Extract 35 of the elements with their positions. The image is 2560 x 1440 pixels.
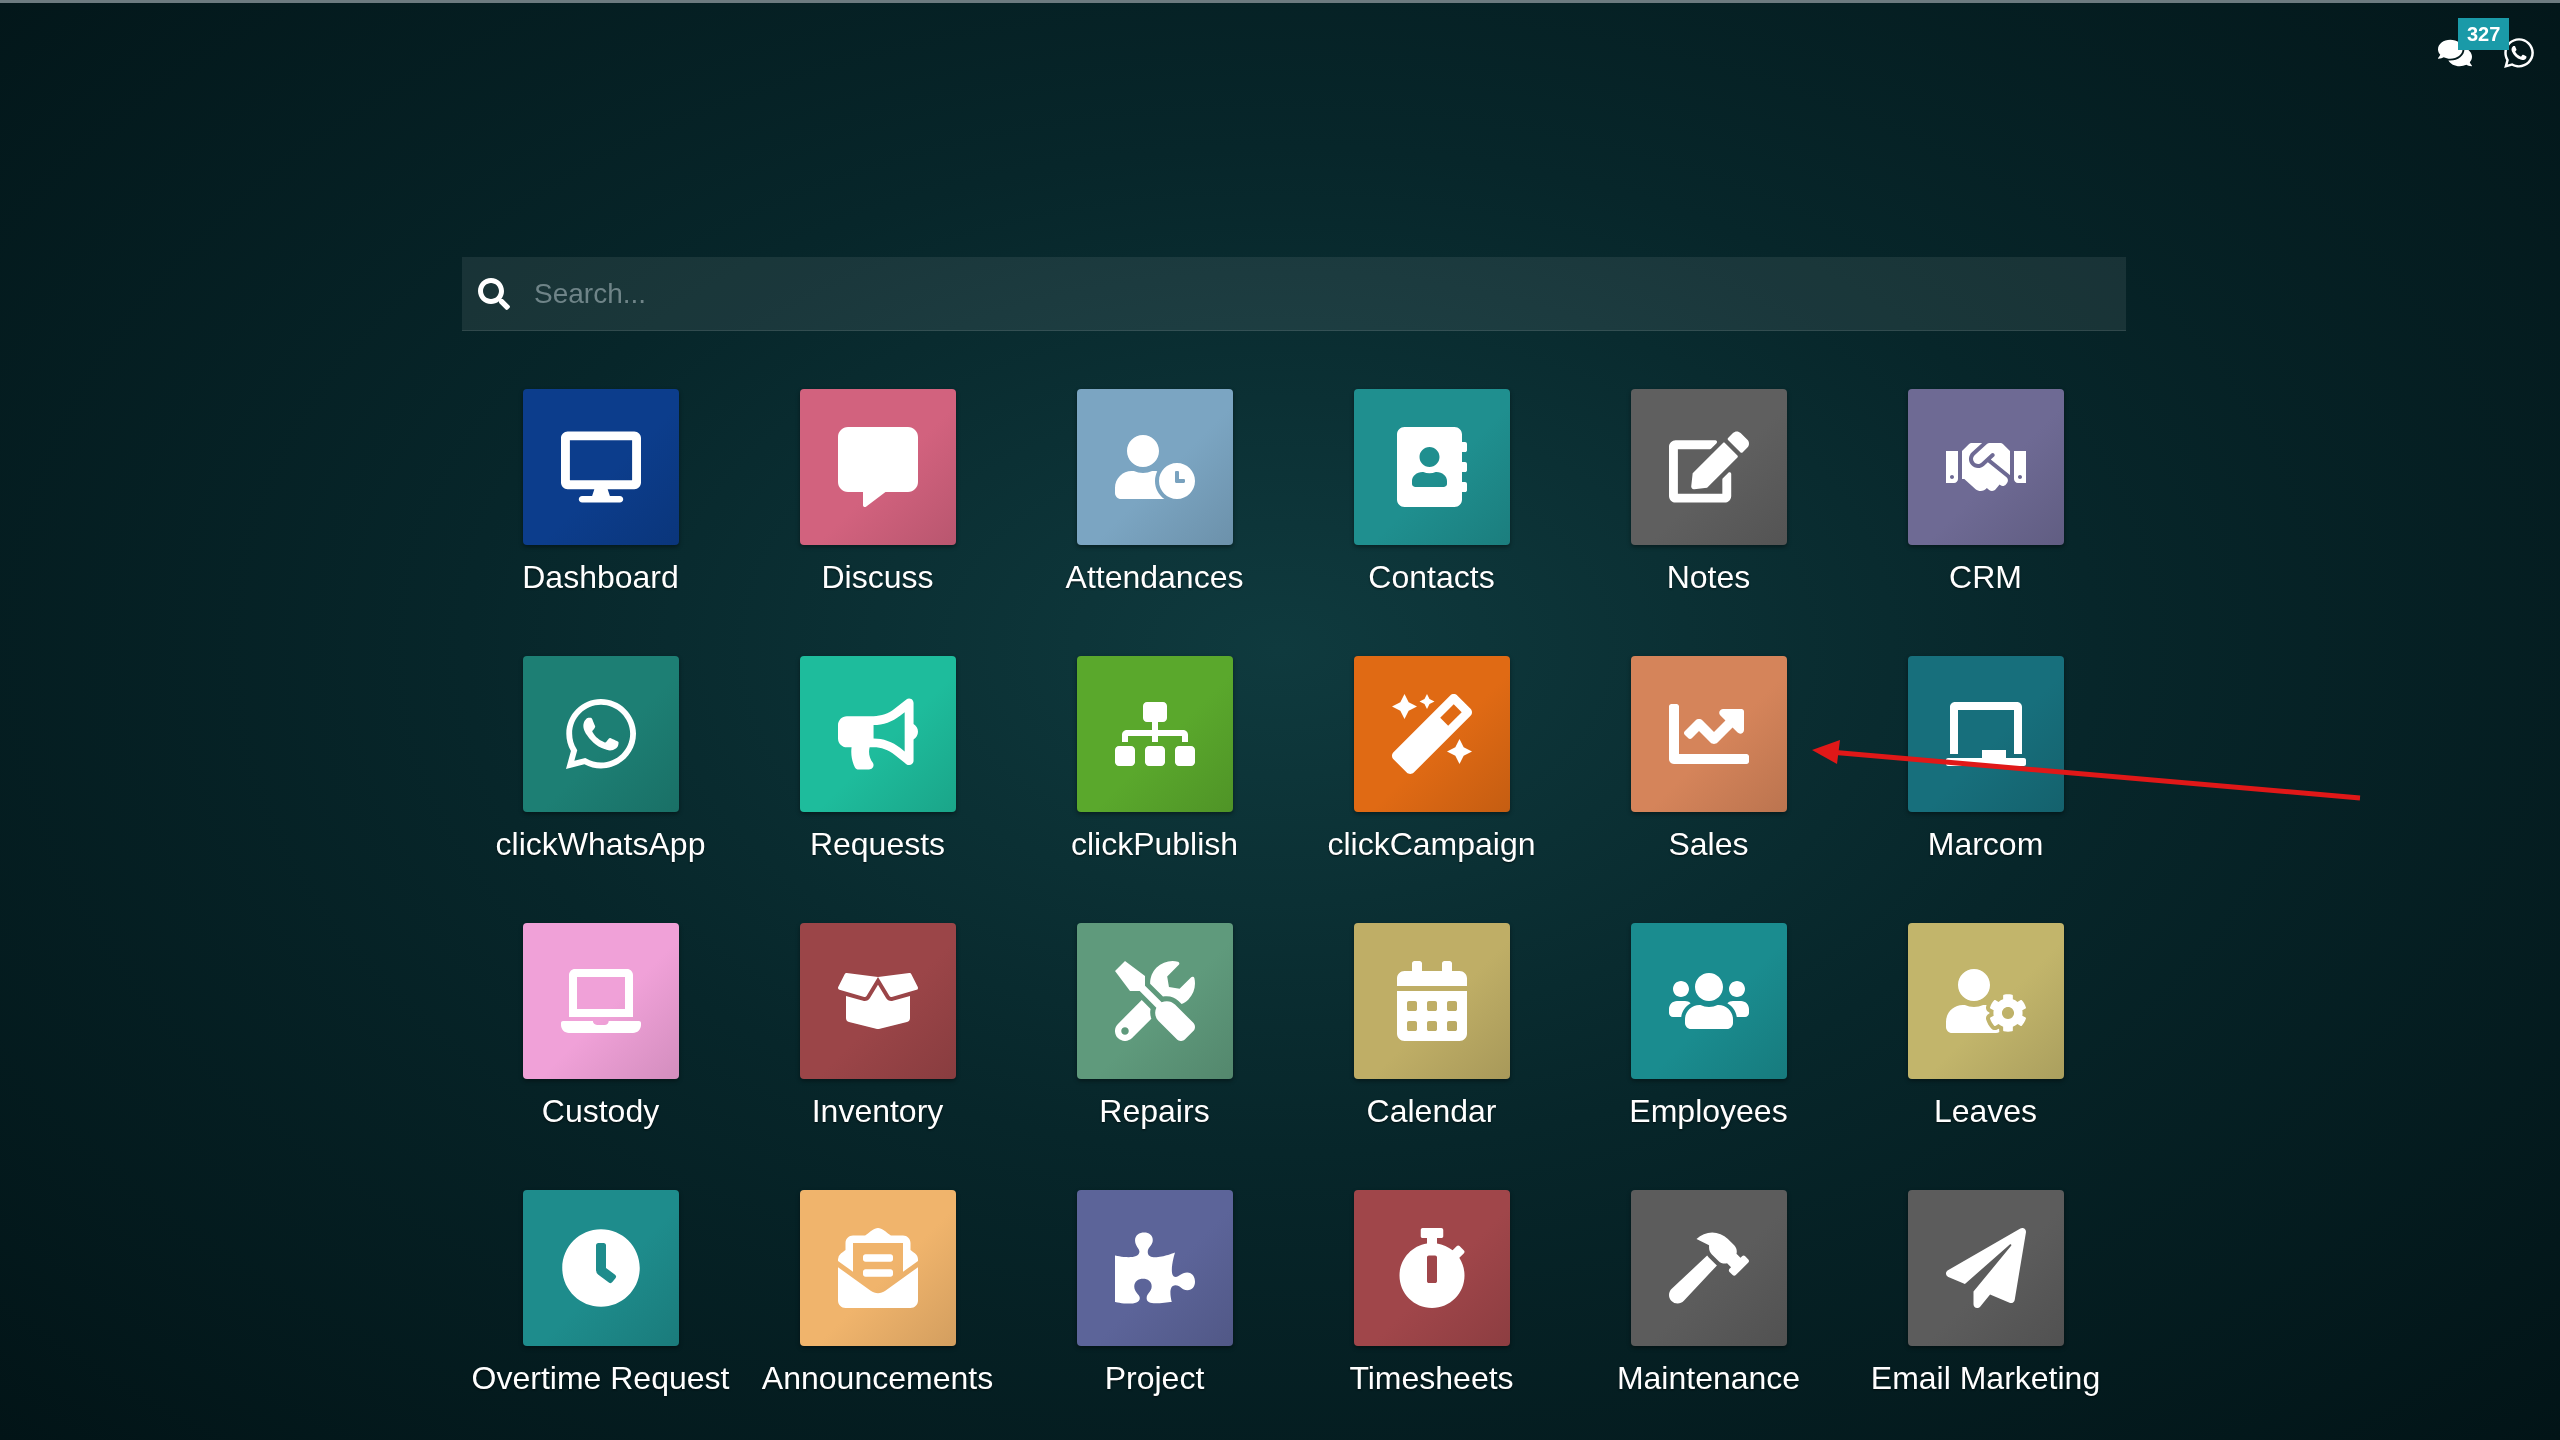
app-tile[interactable]: Requests xyxy=(739,656,1016,863)
app-tile[interactable]: clickWhatsApp xyxy=(462,656,739,863)
envelope-icon xyxy=(837,1228,918,1308)
app-tile[interactable]: Repairs xyxy=(1016,923,1293,1130)
app-tile[interactable]: Announcements xyxy=(739,1190,1016,1397)
app-tile[interactable]: Project xyxy=(1016,1190,1293,1397)
app-tile[interactable]: Custody xyxy=(462,923,739,1130)
phone-bubble-icon[interactable] xyxy=(2502,36,2536,70)
app-tile[interactable]: Employees xyxy=(1570,923,1847,1130)
app-tile[interactable]: CRM xyxy=(1847,389,2124,596)
magic-wand-icon xyxy=(1391,694,1472,774)
search-icon xyxy=(478,277,510,310)
app-tile[interactable]: Overtime Request xyxy=(462,1190,739,1397)
app-tile[interactable]: Maintenance xyxy=(1570,1190,1847,1397)
app-tile[interactable]: Timesheets xyxy=(1293,1190,1570,1397)
app-tile[interactable]: Sales xyxy=(1570,656,1847,863)
app-tile[interactable]: Attendances xyxy=(1016,389,1293,596)
app-tile[interactable]: clickPublish xyxy=(1016,656,1293,863)
app-tile[interactable]: Notes xyxy=(1570,389,1847,596)
app-tile[interactable]: Marcom xyxy=(1847,656,2124,863)
app-tile[interactable]: Calendar xyxy=(1293,923,1570,1130)
app-tile[interactable]: Inventory xyxy=(739,923,1016,1130)
search-field[interactable]: Search... xyxy=(532,276,2110,311)
app-tile[interactable]: Email Marketing xyxy=(1847,1190,2124,1397)
clock-icon xyxy=(560,1228,641,1308)
search-bar[interactable]: Search... xyxy=(462,257,2126,331)
app-tile[interactable]: clickCampaign xyxy=(1293,656,1570,863)
wrench-gear-icon xyxy=(1114,961,1195,1041)
app-tile[interactable]: Leaves xyxy=(1847,923,2124,1130)
app-tile[interactable]: Dashboard xyxy=(462,389,739,596)
app-tile[interactable]: Contacts xyxy=(1293,389,1570,596)
paper-plane-icon xyxy=(1945,1228,2026,1308)
app-tile[interactable]: Discuss xyxy=(739,389,1016,596)
speech-bubble-icon xyxy=(837,427,918,507)
message-count: 327 xyxy=(2458,18,2510,50)
